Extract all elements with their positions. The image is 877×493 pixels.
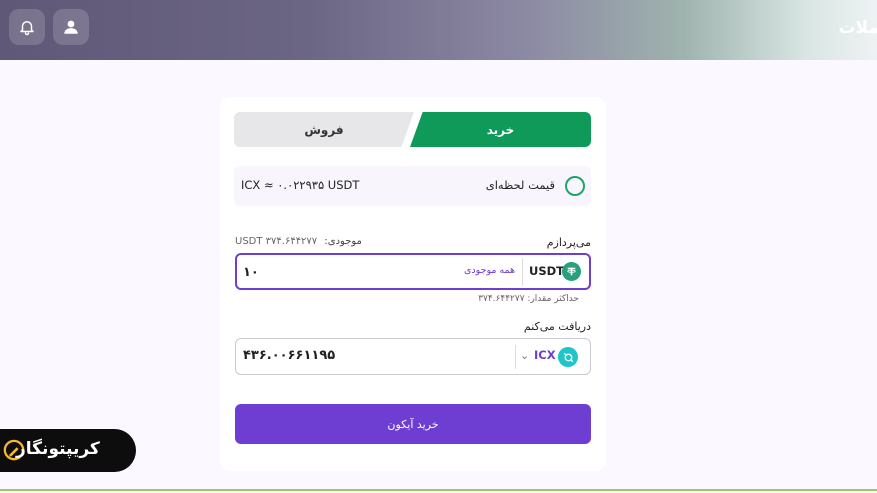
receive-amount-field[interactable]: ۴۳۶.۰۰۶۶۱۱۹۵ ⌄ ICX xyxy=(235,338,591,375)
brand-name: کریپتونگار xyxy=(16,439,100,459)
live-price-value: ICX ≈ ۰.۰۲۲۹۳۵ USDT xyxy=(241,178,360,192)
balance-label: موجودی: xyxy=(324,236,362,247)
usdt-icon xyxy=(562,262,581,281)
field-divider xyxy=(515,345,516,369)
pay-amount-input[interactable] xyxy=(243,263,393,281)
live-price-label: قیمت لحظه‌ای xyxy=(485,178,555,192)
live-price-box: ICX ≈ ۰.۰۲۲۹۳۵ USDT قیمت لحظه‌ای xyxy=(234,166,591,206)
all-balance-link[interactable]: همه موجودی xyxy=(464,265,515,276)
brand-watermark: کریپتونگار xyxy=(0,429,136,472)
receive-currency-name[interactable]: ICX xyxy=(534,348,556,362)
pay-label: می‌پردازم xyxy=(546,236,591,249)
trade-card: فروش خرید ICX ≈ ۰.۰۲۲۹۳۵ USDT قیمت لحظه‌… xyxy=(220,97,606,471)
balance-info: موجودی: USDT ۳۷۴.۶۴۴۲۷۷ xyxy=(235,236,362,247)
bell-icon xyxy=(20,21,34,36)
trade-tabs: فروش خرید xyxy=(234,112,591,147)
receive-label: دریافت می‌کنم xyxy=(523,320,591,333)
field-divider xyxy=(522,258,523,286)
profile-button[interactable] xyxy=(53,9,89,45)
buy-submit-button[interactable]: خرید آیکون xyxy=(235,404,591,444)
top-bar: ملات xyxy=(0,0,877,60)
balance-value: USDT ۳۷۴.۶۴۴۲۷۷ xyxy=(235,236,318,247)
page-title: ملات xyxy=(838,18,877,38)
tab-buy[interactable]: خرید xyxy=(410,112,591,147)
refresh-timer-icon xyxy=(565,176,585,196)
icx-icon xyxy=(558,347,578,367)
pay-currency-name: USDT xyxy=(529,264,565,278)
bottom-divider xyxy=(0,489,877,491)
pay-amount-field: همه موجودی USDT xyxy=(235,253,591,290)
notifications-button[interactable] xyxy=(9,9,45,45)
tab-sell[interactable]: فروش xyxy=(234,112,414,147)
receive-amount-value: ۴۳۶.۰۰۶۶۱۱۹۵ xyxy=(243,348,336,363)
max-amount-hint: حداکثر مقدار: ۳۷۴.۶۴۴۲۷۷ xyxy=(478,294,579,304)
chevron-down-icon[interactable]: ⌄ xyxy=(520,349,529,362)
user-icon xyxy=(64,20,78,34)
